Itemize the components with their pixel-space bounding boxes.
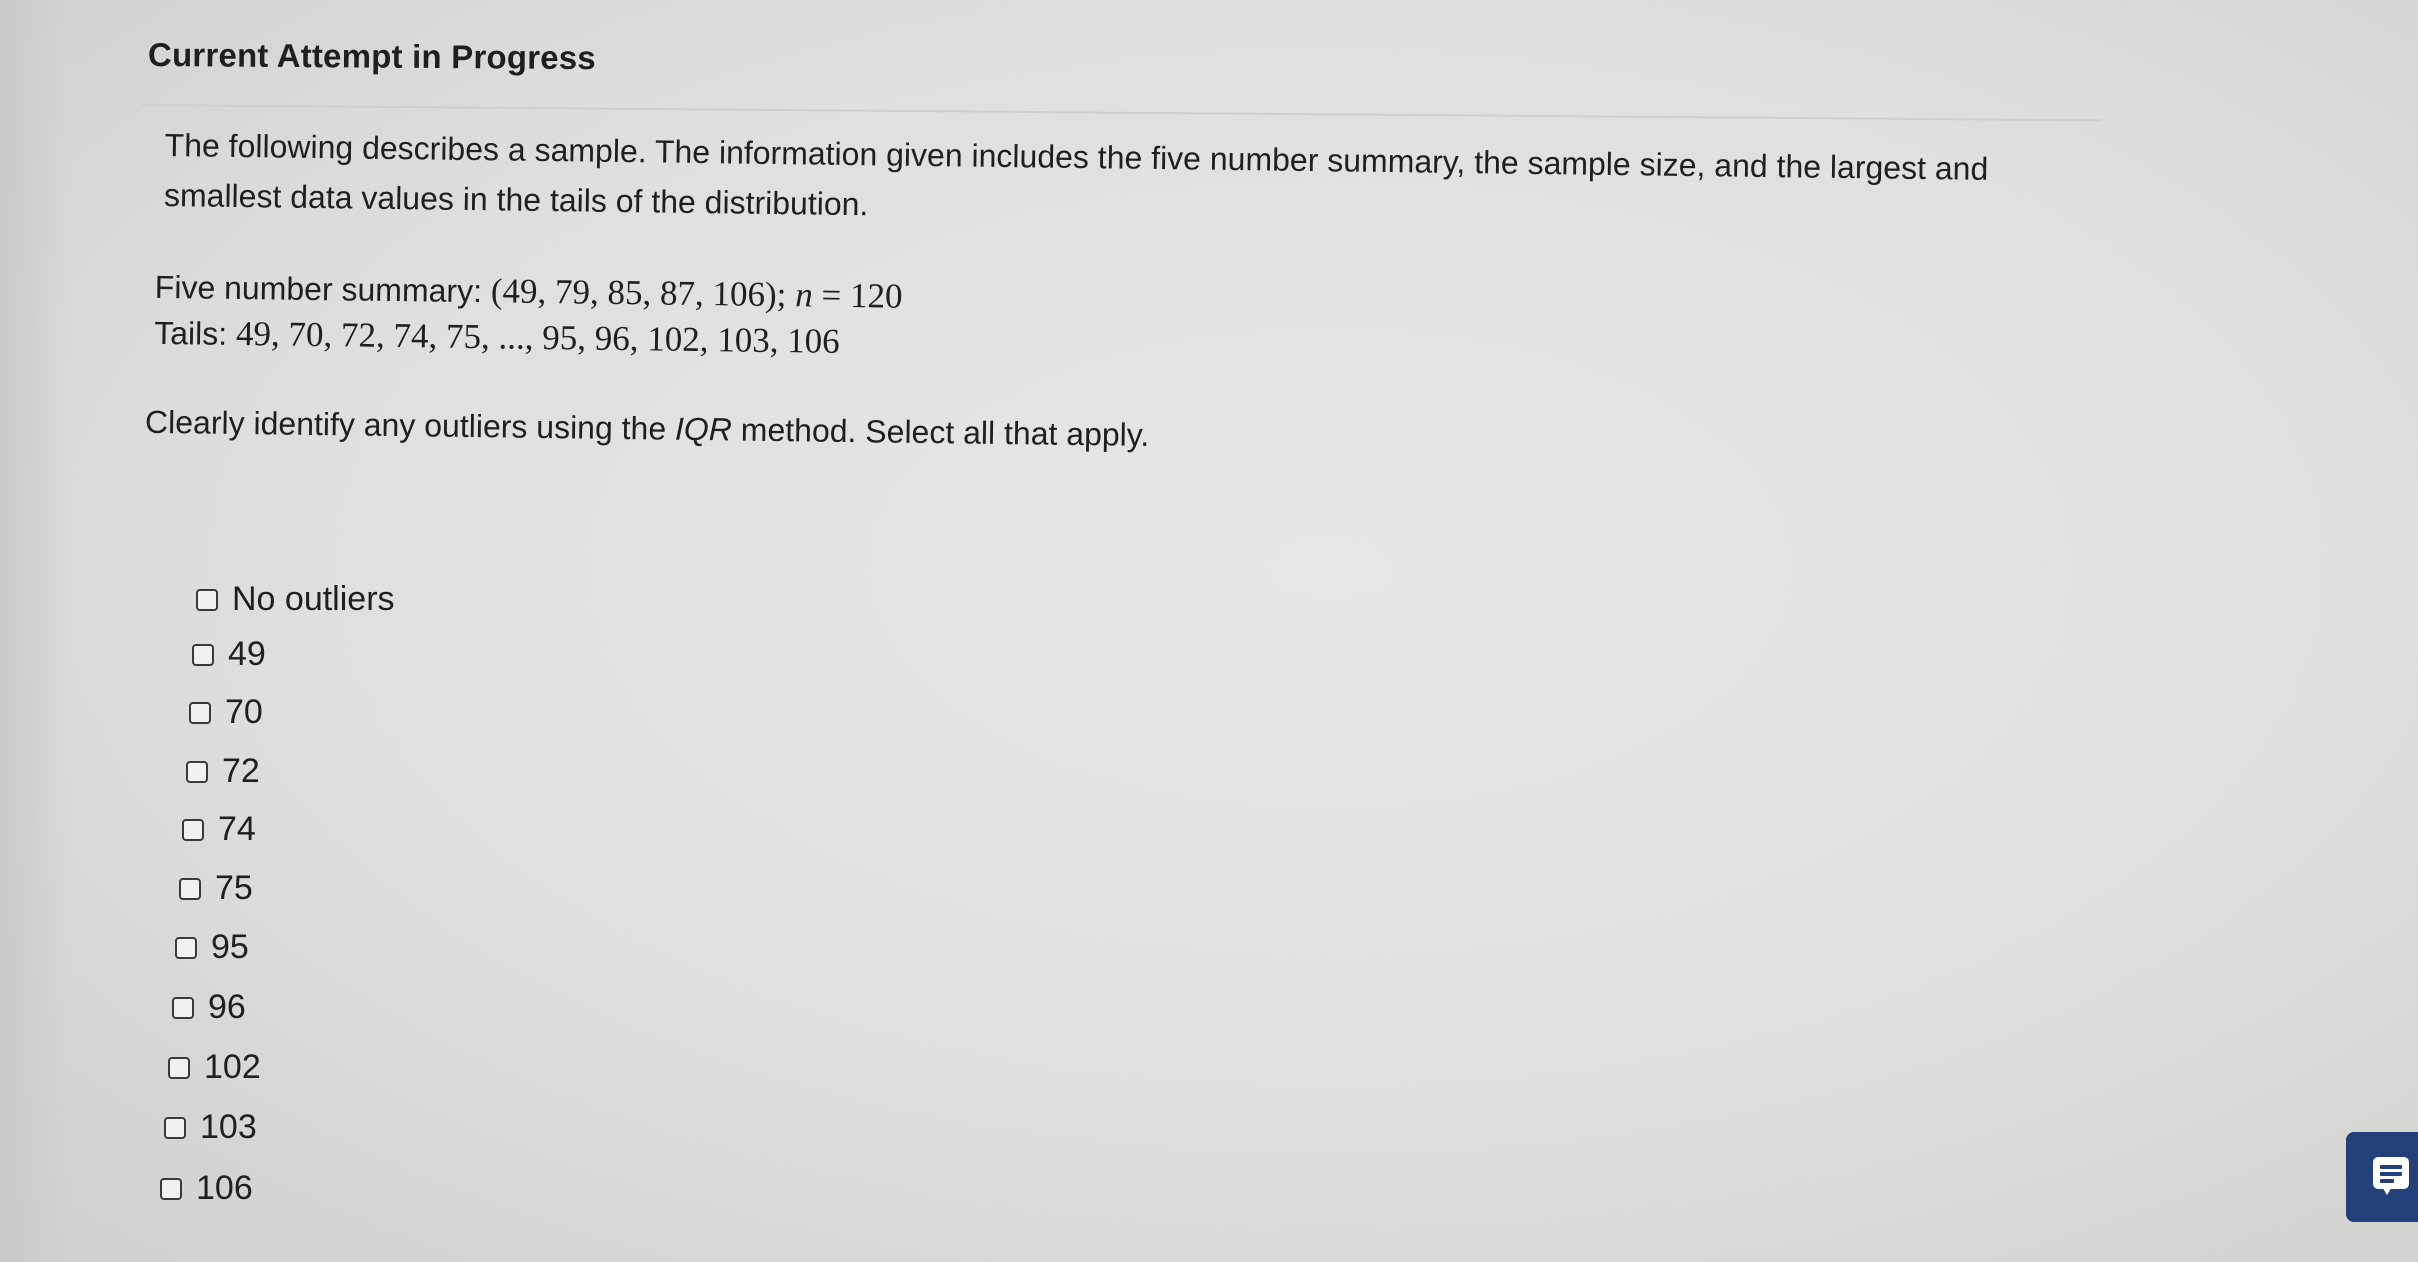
option-label: 70	[225, 693, 263, 731]
tails-values: 49, 70, 72, 74, 75, ..., 95, 96, 102, 10…	[235, 313, 840, 361]
checkbox[interactable]	[179, 877, 201, 900]
option-label: 96	[208, 988, 246, 1026]
question-panel: The following describes a sample. The in…	[145, 120, 2265, 468]
tails-label: Tails:	[153, 314, 228, 352]
answer-options: No outliers 49 70 72 74 75 95 96 102 103…	[0, 560, 600, 1240]
option-label: 106	[196, 1169, 253, 1207]
option-label: 74	[218, 810, 256, 848]
instruction-iqr: IQR	[674, 410, 733, 448]
n-value: = 120	[812, 275, 903, 316]
checkbox[interactable]	[186, 760, 208, 783]
option-70[interactable]: 70	[189, 693, 263, 732]
instruction-text-before: Clearly identify any outliers using the	[144, 403, 676, 447]
data-summary: Five number summary: (49, 79, 85, 87, 10…	[154, 264, 2263, 384]
option-no-outliers[interactable]: No outliers	[196, 580, 395, 619]
chat-icon	[2373, 1157, 2409, 1197]
intro-line-1: The following describes a sample. The in…	[164, 126, 1989, 187]
checkbox[interactable]	[196, 588, 218, 611]
option-106[interactable]: 106	[160, 1169, 253, 1208]
question-intro: The following describes a sample. The in…	[164, 120, 2015, 244]
checkbox[interactable]	[160, 1177, 182, 1200]
option-label: 49	[228, 635, 266, 673]
option-74[interactable]: 74	[182, 810, 256, 849]
option-label: 103	[200, 1108, 257, 1146]
n-symbol: n	[795, 275, 814, 315]
chat-button[interactable]	[2346, 1132, 2418, 1222]
checkbox[interactable]	[192, 643, 214, 666]
question-instruction: Clearly identify any outliers using the …	[145, 404, 2261, 469]
instruction-text-after: method. Select all that apply.	[731, 411, 1150, 453]
checkbox[interactable]	[189, 701, 211, 724]
option-96[interactable]: 96	[172, 988, 246, 1027]
checkbox[interactable]	[168, 1056, 190, 1079]
summary-label: Five number summary:	[154, 268, 483, 310]
summary-values: (49, 79, 85, 87, 106);	[490, 271, 787, 315]
option-label: 102	[204, 1048, 261, 1086]
option-label: 72	[222, 752, 260, 790]
checkbox[interactable]	[172, 996, 194, 1019]
option-49[interactable]: 49	[192, 635, 266, 674]
checkbox[interactable]	[175, 936, 197, 959]
header-divider	[141, 104, 2102, 122]
option-label: No outliers	[232, 580, 395, 618]
option-102[interactable]: 102	[168, 1048, 261, 1087]
checkbox[interactable]	[164, 1116, 186, 1139]
option-label: 75	[215, 869, 253, 907]
option-72[interactable]: 72	[186, 752, 260, 791]
page-title: Current Attempt in Progress	[147, 36, 597, 77]
intro-line-2: smallest data values in the tails of the…	[163, 176, 869, 223]
checkbox[interactable]	[182, 818, 204, 841]
option-95[interactable]: 95	[175, 928, 249, 967]
option-103[interactable]: 103	[164, 1108, 257, 1147]
option-75[interactable]: 75	[179, 869, 253, 908]
option-label: 95	[211, 928, 249, 966]
